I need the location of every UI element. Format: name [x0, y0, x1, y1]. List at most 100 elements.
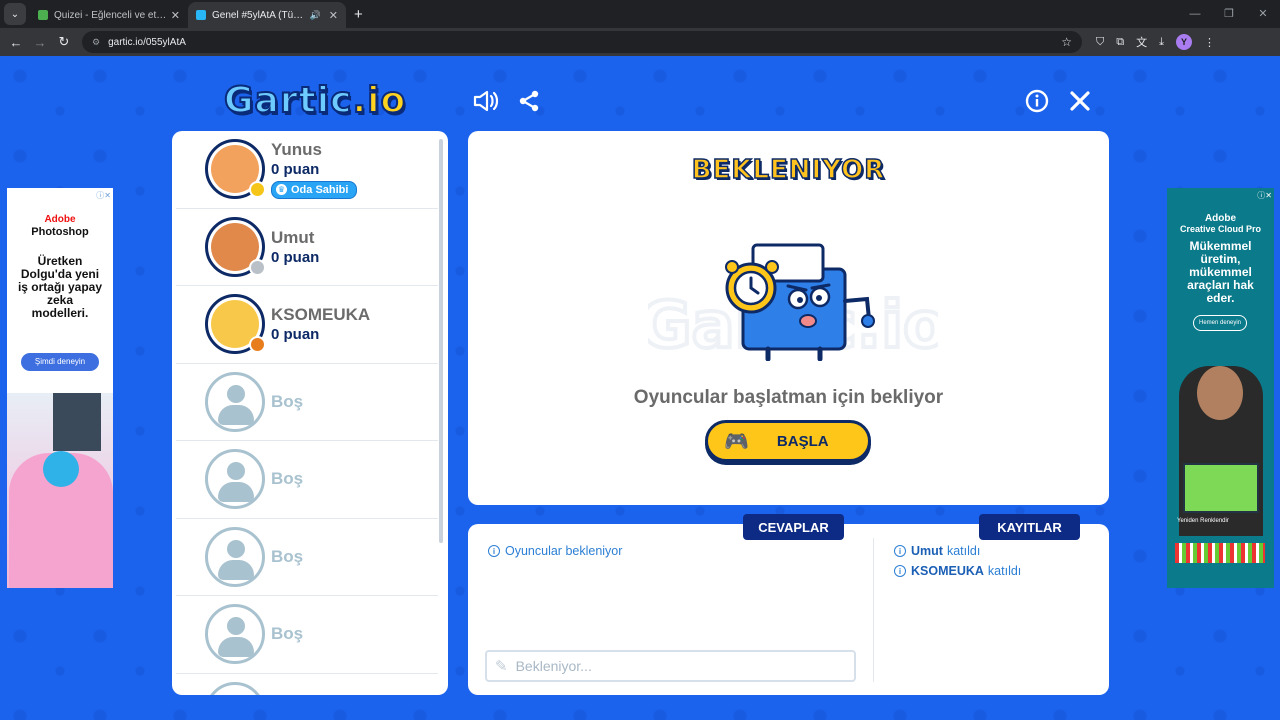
- empty-slot: Boş: [176, 596, 438, 674]
- log-player-name: Umut: [911, 544, 943, 558]
- share-icon[interactable]: [514, 86, 544, 116]
- left-advertisement[interactable]: ⓘ✕ Adobe Photoshop Üretken Dolgu'da yeni…: [7, 188, 113, 588]
- game-status-panel: BEKLENIYOR Gartic.io Oyuncular başlatman…: [468, 131, 1109, 505]
- bookmark-star-icon[interactable]: ☆: [1061, 35, 1072, 49]
- ad-color-swatches: [1175, 543, 1265, 563]
- tab-close-icon[interactable]: ✕: [171, 9, 180, 22]
- ad-brand: Adobe: [1204, 213, 1237, 224]
- address-bar-row: ← → ↻ ⚙ gartic.io/055ylAtA ☆ ⛉ ⧉ 文 ⤓ Y ⋮: [0, 28, 1280, 56]
- ad-text: Üretken Dolgu'da yeni iş ortağı yapay ze…: [17, 254, 103, 320]
- player-status-dot: [249, 336, 266, 354]
- info-circle-icon: i: [894, 545, 906, 557]
- address-bar[interactable]: ⚙ gartic.io/055ylAtA ☆: [82, 31, 1082, 53]
- new-tab-button[interactable]: +: [354, 6, 363, 23]
- tab-favicon-icon: [38, 10, 48, 20]
- gartic-logo: Gartic.io: [223, 79, 407, 122]
- close-window-icon[interactable]: ✕: [1246, 0, 1280, 28]
- player-name: Umut: [271, 227, 315, 247]
- players-scrollbar[interactable]: [439, 139, 443, 543]
- game-area: Gartic.io Yunus 0 puan ♛ Oda Sahibi Umut…: [0, 56, 1280, 720]
- answer-input[interactable]: ✎ Bekleniyor...: [485, 650, 856, 682]
- ad-person-hair: [43, 451, 79, 487]
- tab-audio-icon[interactable]: 🔊: [310, 10, 321, 21]
- log-action: katıldı: [987, 564, 1022, 578]
- log-entry: i KSOMEUKA katıldı: [894, 564, 1021, 578]
- player-name: Yunus: [271, 139, 323, 159]
- browser-tab-bar: ⌄ Quizei - Eğlenceli ve etkileşimli ✕ Ge…: [0, 0, 1280, 28]
- player-status-dot: [249, 181, 266, 199]
- restore-icon[interactable]: ❐: [1212, 0, 1246, 28]
- empty-slot-label: Boş: [271, 391, 304, 411]
- right-advertisement[interactable]: ⓘ✕ Adobe Creative Cloud Pro Mükemmel üre…: [1167, 188, 1274, 588]
- empty-slot: Boş: [176, 519, 438, 596]
- forward-icon[interactable]: →: [28, 35, 52, 50]
- ad-footer-text: Yeniden Renklendir: [1177, 518, 1229, 524]
- translate-icon[interactable]: 文: [1136, 34, 1147, 50]
- start-game-button[interactable]: 🎮 BAŞLA: [705, 420, 871, 462]
- browser-tab-active[interactable]: Genel #5ylAtA (Türkçe) - Ga 🔊 ✕: [188, 2, 346, 28]
- tab-close-icon[interactable]: ✕: [329, 9, 338, 22]
- info-circle-icon: i: [488, 545, 500, 557]
- ad-choices-icon[interactable]: ⓘ✕: [96, 190, 111, 201]
- empty-avatar-icon: [205, 526, 265, 587]
- waiting-mascot-image: Gartic.io: [648, 243, 938, 361]
- tab-search-button[interactable]: ⌄: [4, 3, 26, 25]
- player-score: 0 puan: [271, 326, 320, 344]
- panel-divider: [873, 538, 874, 682]
- tab-favicon-icon: [196, 10, 206, 20]
- tab-title: Genel #5ylAtA (Türkçe) - Ga: [212, 9, 306, 21]
- close-game-icon[interactable]: [1065, 86, 1095, 116]
- player-avatar: [205, 294, 266, 355]
- tab-logs[interactable]: KAYITLAR: [979, 514, 1080, 540]
- ad-choices-icon[interactable]: ⓘ✕: [1257, 190, 1272, 201]
- empty-avatar-icon: [205, 449, 265, 510]
- profile-avatar[interactable]: Y: [1175, 34, 1192, 50]
- player-score: 0 puan: [271, 160, 320, 178]
- ad-text: Mükemmel üretim, mükemmel araçları hak e…: [1187, 239, 1254, 305]
- browser-tab[interactable]: Quizei - Eğlenceli ve etkileşimli ✕: [30, 2, 188, 28]
- ad-image: [7, 393, 113, 588]
- empty-slot-label: Boş: [271, 546, 304, 566]
- browser-menu-icon[interactable]: ⋮: [1204, 36, 1215, 49]
- player-status-dot: [249, 258, 266, 276]
- extensions-icon[interactable]: ⧉: [1116, 36, 1124, 49]
- log-player-name: KSOMEUKA: [911, 564, 984, 578]
- window-controls: — ❐ ✕: [1178, 0, 1280, 28]
- player-name: KSOMEUKA: [271, 305, 371, 325]
- player-row[interactable]: Umut 0 puan: [176, 209, 438, 286]
- tab-title: Quizei - Eğlenceli ve etkileşimli: [54, 9, 167, 21]
- sound-icon[interactable]: [471, 86, 501, 116]
- empty-avatar-icon: [205, 681, 265, 695]
- empty-slot-label: Boş: [271, 469, 304, 489]
- pencil-icon: ✎: [495, 658, 508, 675]
- ad-cta-button[interactable]: Şimdi deneyin: [21, 353, 99, 371]
- info-circle-icon: i: [894, 565, 906, 577]
- tab-answers[interactable]: CEVAPLAR: [743, 514, 844, 540]
- waiting-message: Oyuncular başlatman için bekliyor: [633, 387, 944, 408]
- room-owner-badge: ♛ Oda Sahibi: [271, 180, 358, 199]
- back-icon[interactable]: ←: [4, 35, 28, 50]
- minimize-icon[interactable]: —: [1178, 0, 1212, 28]
- answers-info-message: i Oyuncular bekleniyor: [488, 544, 622, 558]
- start-button-label: BAŞLA: [776, 432, 829, 450]
- ad-person-face: [1197, 366, 1243, 420]
- download-icon[interactable]: ⤓: [1159, 36, 1164, 49]
- extension-shield-icon[interactable]: ⛉: [1096, 36, 1104, 49]
- answer-placeholder: Bekleniyor...: [515, 658, 592, 674]
- player-row[interactable]: Yunus 0 puan ♛ Oda Sahibi: [176, 131, 438, 209]
- empty-avatar-icon: [205, 604, 265, 665]
- info-icon[interactable]: [1022, 86, 1052, 116]
- empty-slot: Boş: [176, 441, 438, 519]
- ad-cta-button[interactable]: Hemen deneyin: [1193, 315, 1247, 331]
- site-info-icon[interactable]: ⚙: [92, 37, 100, 48]
- reload-icon[interactable]: ↻: [52, 34, 76, 50]
- empty-avatar-icon: [205, 371, 265, 432]
- empty-slot: [176, 674, 438, 695]
- empty-slot-label: Boş: [271, 624, 304, 644]
- ad-product: Photoshop: [31, 226, 89, 238]
- log-action: katıldı: [946, 544, 981, 558]
- ad-product-box: [1183, 463, 1259, 513]
- ad-brand: Adobe: [44, 214, 76, 225]
- player-row[interactable]: KSOMEUKA 0 puan: [176, 286, 438, 364]
- players-panel[interactable]: Yunus 0 puan ♛ Oda Sahibi Umut 0 puan KS…: [172, 131, 448, 695]
